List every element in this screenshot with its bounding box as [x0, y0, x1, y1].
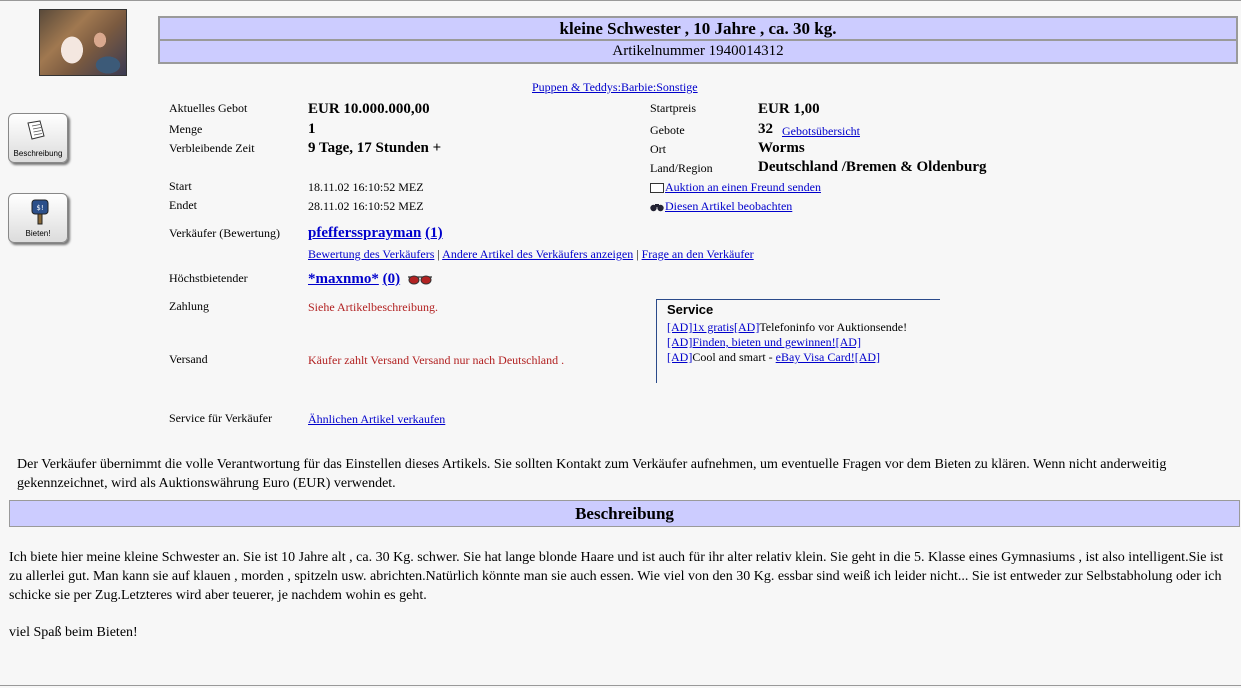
quantity-value: 1 [308, 121, 316, 137]
service-ad-link-2[interactable]: [AD]Finden, bieten und gewinnen![AD] [667, 335, 861, 349]
sunglasses-icon [407, 275, 432, 285]
location-value: Worms [758, 140, 805, 156]
service-line-1: [AD]1x gratis[AD]Telefoninfo vor Auktion… [667, 320, 907, 335]
region-label: Land/Region [650, 161, 713, 175]
start-price-label: Startpreis [650, 101, 696, 115]
region-value: Deutschland /Bremen & Oldenburg [758, 159, 987, 175]
service-ad-link-3[interactable]: eBay Visa Card![AD] [776, 350, 880, 364]
time-left-label: Verbleibende Zeit [169, 141, 255, 155]
service-box: Service [AD]1x gratis[AD]Telefoninfo vor… [656, 299, 940, 383]
seller-label: Verkäufer (Bewertung) [169, 226, 280, 240]
location-label: Ort [650, 142, 666, 156]
svg-text:$!: $! [36, 204, 43, 212]
seller-rating-link[interactable]: (1) [425, 225, 443, 241]
end-value: 28.11.02 16:10:52 MEZ [308, 199, 424, 213]
service-line-2: [AD]Finden, bieten und gewinnen![AD] [667, 335, 861, 350]
title-box: kleine Schwester , 10 Jahre , ca. 30 kg.… [158, 16, 1238, 64]
service-line-3: [AD]Cool and smart - eBay Visa Card![AD] [667, 350, 880, 365]
service-text-1: Telefoninfo vor Auktionsende! [759, 320, 908, 334]
send-to-friend-link[interactable]: Auktion an einen Freund senden [665, 180, 821, 194]
high-bidder-link[interactable]: *maxnmo* [308, 271, 379, 287]
high-bidder-info: *maxnmo* (0) [308, 271, 432, 288]
start-label: Start [169, 179, 192, 193]
description-button-label: Beschreibung [13, 149, 63, 158]
shipping-value: Käufer zahlt Versand Versand nur nach De… [308, 353, 565, 367]
watch-item-link[interactable]: Diesen Artikel beobachten [665, 199, 792, 213]
send-to-friend[interactable]: Auktion an einen Freund senden [650, 180, 821, 195]
description-closing: viel Spaß beim Bieten! [9, 625, 138, 640]
bid-history-link[interactable]: Gebotsübersicht [782, 124, 860, 139]
separator: | [633, 247, 642, 261]
payment-value: Siehe Artikelbeschreibung. [308, 300, 438, 314]
time-left-value: 9 Tage, 17 Stunden + [308, 140, 442, 156]
high-bidder-rating-link[interactable]: (0) [383, 271, 401, 287]
service-text-3: Cool and smart - [692, 350, 776, 364]
bid-paddle-icon: $! [31, 199, 49, 225]
service-ad-tag-3[interactable]: [AD] [667, 350, 692, 364]
seller-disclaimer: Der Verkäufer übernimmt die volle Verant… [17, 457, 1167, 491]
seller-info: pfefferssprayman (1) [308, 225, 443, 242]
seller-other-items-link[interactable]: Andere Artikel des Verkäufers anzeigen [442, 247, 633, 261]
category-breadcrumb[interactable]: Puppen & Teddys:Barbie:Sonstige [532, 80, 698, 95]
payment-label: Zahlung [169, 299, 209, 313]
description-heading: Beschreibung [9, 500, 1240, 527]
separator: | [434, 247, 443, 261]
current-bid-label: Aktuelles Gebot [169, 101, 248, 115]
end-label: Endet [169, 198, 197, 212]
current-bid-value: EUR 10.000.000,00 [308, 101, 430, 117]
bids-value: 32 [758, 121, 773, 137]
service-title: Service [667, 302, 714, 317]
item-thumbnail[interactable] [39, 9, 127, 76]
seller-ratings-link[interactable]: Bewertung des Verkäufers [308, 247, 434, 261]
item-number: Artikelnummer 1940014312 [160, 41, 1236, 62]
item-title: kleine Schwester , 10 Jahre , ca. 30 kg. [160, 18, 1236, 41]
seller-links: Bewertung des Verkäufers | Andere Artike… [308, 247, 754, 262]
watch-item[interactable]: Diesen Artikel beobachten [650, 199, 792, 214]
start-price-value: EUR 1,00 [758, 101, 820, 117]
bids-label: Gebote [650, 123, 685, 137]
sell-similar-link[interactable]: Ähnlichen Artikel verkaufen [308, 412, 445, 427]
envelope-icon [650, 183, 664, 194]
service-ad-link-1[interactable]: [AD]1x gratis[AD] [667, 320, 759, 334]
top-divider [0, 0, 1241, 1]
shipping-label: Versand [169, 352, 208, 366]
bid-button[interactable]: $! Bieten! [8, 193, 68, 243]
high-bidder-label: Höchstbietender [169, 271, 248, 285]
item-description: Ich biete hier meine kleine Schwester an… [9, 550, 1224, 603]
description-button[interactable]: Beschreibung [8, 113, 68, 163]
bid-button-label: Bieten! [25, 229, 51, 238]
start-value: 18.11.02 16:10:52 MEZ [308, 180, 424, 194]
binoculars-icon [650, 204, 664, 212]
quantity-label: Menge [169, 122, 203, 136]
seller-service-label: Service für Verkäufer [169, 411, 273, 425]
ask-seller-link[interactable]: Frage an den Verkäufer [642, 247, 754, 261]
bottom-divider [0, 685, 1241, 686]
seller-name-link[interactable]: pfefferssprayman [308, 225, 421, 241]
scroll-icon [27, 120, 45, 140]
